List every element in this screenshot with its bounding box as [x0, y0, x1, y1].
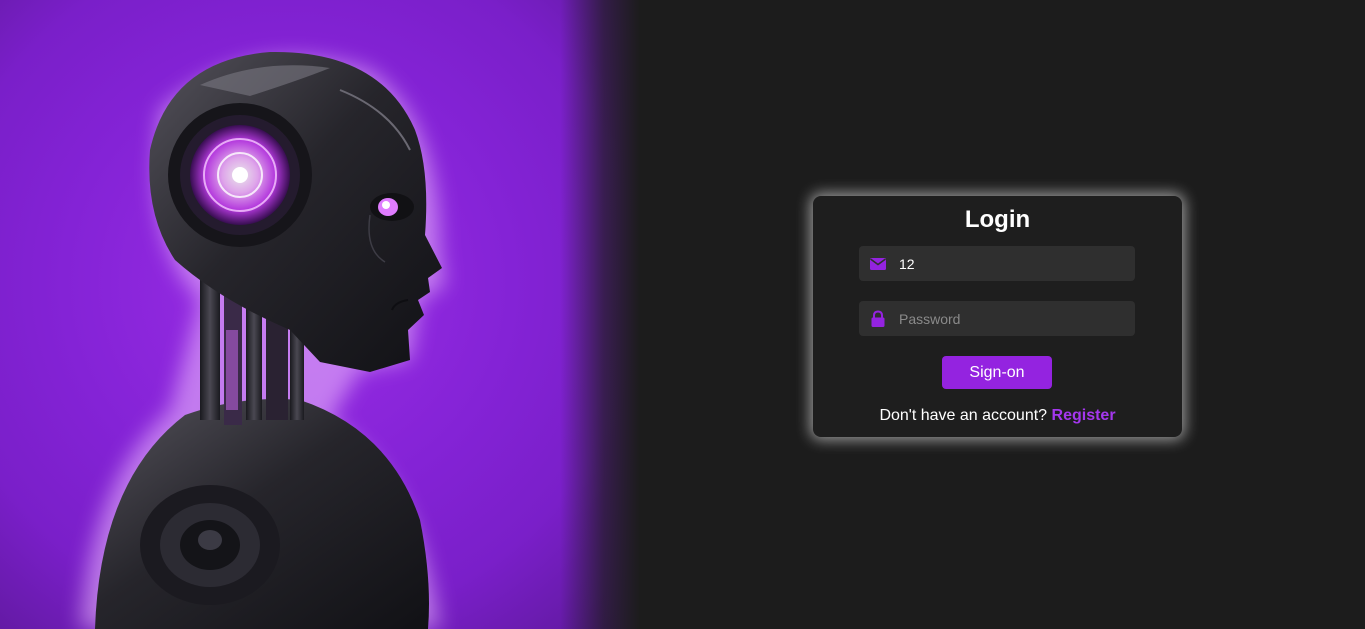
robot-illustration [80, 51, 445, 629]
password-field[interactable] [859, 301, 1135, 336]
email-field[interactable] [859, 246, 1135, 281]
login-title: Login [964, 206, 1031, 233]
register-prompt: Don't have an account? [879, 407, 1052, 424]
hero-fade-edge [560, 0, 640, 629]
envelope-icon [869, 255, 887, 273]
register-link[interactable]: Register [1052, 407, 1116, 424]
email-input[interactable] [899, 246, 1125, 281]
login-page: Login Sign-on Don't have an account? [0, 0, 1365, 629]
password-input[interactable] [899, 301, 1125, 336]
sign-on-button[interactable]: Sign-on [942, 356, 1052, 389]
login-card: Login Sign-on Don't have an account? [813, 196, 1182, 437]
lock-icon [869, 310, 887, 328]
register-line: Don't have an account? Register [813, 407, 1182, 425]
hero-panel [0, 0, 640, 629]
